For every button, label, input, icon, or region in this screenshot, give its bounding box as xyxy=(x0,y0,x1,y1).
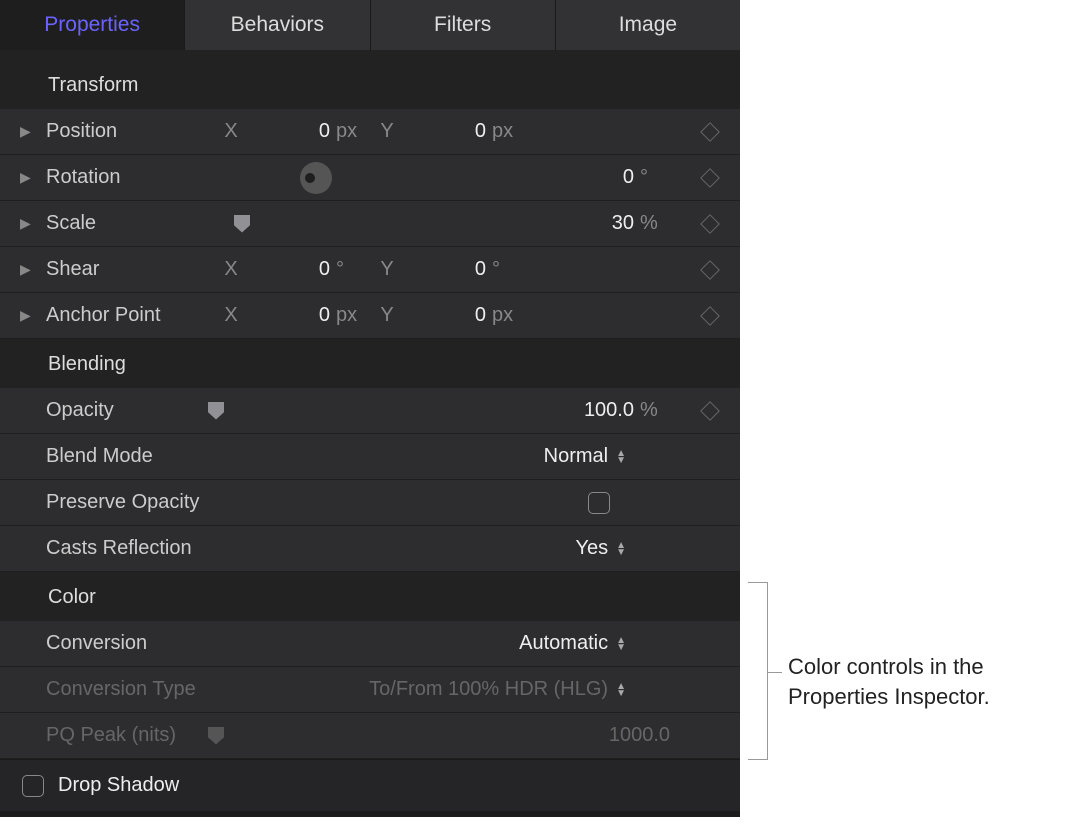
anchor-y-unit: px xyxy=(492,304,528,327)
updown-icon: ▲▼ xyxy=(616,450,626,464)
opacity-unit: % xyxy=(640,399,676,422)
row-casts-reflection: Casts Reflection Yes ▲▼ xyxy=(0,526,740,572)
shear-x-unit: ° xyxy=(336,258,372,281)
tab-behaviors[interactable]: Behaviors xyxy=(185,0,370,50)
blend-mode-label: Blend Mode xyxy=(46,445,216,468)
keyframe-icon[interactable] xyxy=(700,214,720,234)
casts-reflection-value: Yes xyxy=(575,537,608,560)
tab-image[interactable]: Image xyxy=(556,0,740,50)
axis-x-label: X xyxy=(216,304,246,327)
rotation-label: Rotation xyxy=(46,166,216,189)
conversion-label: Conversion xyxy=(46,632,216,655)
keyframe-icon[interactable] xyxy=(700,168,720,188)
properties-inspector: Properties Behaviors Filters Image Trans… xyxy=(0,0,740,817)
blend-mode-popup[interactable]: Normal ▲▼ xyxy=(216,445,680,468)
preserve-opacity-checkbox[interactable] xyxy=(588,492,610,514)
disclosure-icon[interactable]: ▶ xyxy=(20,261,34,278)
tab-properties[interactable]: Properties xyxy=(0,0,185,50)
row-shear: ▶ Shear X 0 ° Y 0 ° xyxy=(0,247,740,293)
tab-filters[interactable]: Filters xyxy=(371,0,556,50)
disclosure-icon[interactable]: ▶ xyxy=(20,123,34,140)
callout-stem-icon xyxy=(768,672,782,673)
axis-x-label: X xyxy=(216,258,246,281)
scale-label: Scale xyxy=(46,212,216,235)
drop-shadow-checkbox[interactable] xyxy=(22,775,44,797)
rotation-dial[interactable] xyxy=(300,162,332,194)
scale-unit: % xyxy=(640,212,676,235)
keyframe-icon[interactable] xyxy=(700,260,720,280)
conversion-value: Automatic xyxy=(519,632,608,655)
updown-icon: ▲▼ xyxy=(616,637,626,651)
pq-peak-value: 1000.0 xyxy=(556,724,676,747)
anchor-y-value[interactable]: 0 xyxy=(402,304,492,327)
row-conversion-type: Conversion Type To/From 100% HDR (HLG) ▲… xyxy=(0,667,740,713)
position-label: Position xyxy=(46,120,216,143)
casts-reflection-popup[interactable]: Yes ▲▼ xyxy=(216,537,680,560)
conversion-type-value: To/From 100% HDR (HLG) xyxy=(369,678,608,701)
row-drop-shadow: Drop Shadow xyxy=(0,759,740,811)
row-opacity: Opacity 100.0 % xyxy=(0,388,740,434)
casts-reflection-label: Casts Reflection xyxy=(46,537,216,560)
blend-mode-value: Normal xyxy=(544,445,608,468)
disclosure-icon[interactable]: ▶ xyxy=(20,215,34,232)
conversion-type-popup: To/From 100% HDR (HLG) ▲▼ xyxy=(216,678,680,701)
disclosure-icon[interactable]: ▶ xyxy=(20,169,34,186)
section-blending-title: Blending xyxy=(0,339,740,388)
conversion-popup[interactable]: Automatic ▲▼ xyxy=(216,632,680,655)
rotation-unit: ° xyxy=(640,166,676,189)
position-x-unit: px xyxy=(336,120,372,143)
shear-y-unit: ° xyxy=(492,258,528,281)
keyframe-icon[interactable] xyxy=(700,122,720,142)
row-position: ▶ Position X 0 px Y 0 px xyxy=(0,109,740,155)
section-color-title: Color xyxy=(0,572,740,621)
anchor-x-unit: px xyxy=(336,304,372,327)
row-scale: ▶ Scale 30 % xyxy=(0,201,740,247)
callout-bracket-icon xyxy=(748,582,768,760)
position-x-value[interactable]: 0 xyxy=(246,120,336,143)
updown-icon: ▲▼ xyxy=(616,542,626,556)
disclosure-icon[interactable]: ▶ xyxy=(20,307,34,324)
row-conversion: Conversion Automatic ▲▼ xyxy=(0,621,740,667)
updown-icon: ▲▼ xyxy=(616,683,626,697)
shear-label: Shear xyxy=(46,258,216,281)
anchor-x-value[interactable]: 0 xyxy=(246,304,336,327)
rotation-value[interactable]: 0 xyxy=(550,166,640,189)
shear-x-value[interactable]: 0 xyxy=(246,258,336,281)
position-y-unit: px xyxy=(492,120,528,143)
row-rotation: ▶ Rotation 0 ° xyxy=(0,155,740,201)
anchor-label: Anchor Point xyxy=(46,304,216,327)
axis-x-label: X xyxy=(216,120,246,143)
pq-peak-label: PQ Peak (nits) xyxy=(46,724,216,747)
row-preserve-opacity: Preserve Opacity xyxy=(0,480,740,526)
preserve-opacity-label: Preserve Opacity xyxy=(46,491,216,514)
position-y-value[interactable]: 0 xyxy=(402,120,492,143)
drop-shadow-label: Drop Shadow xyxy=(58,774,179,797)
row-blend-mode: Blend Mode Normal ▲▼ xyxy=(0,434,740,480)
opacity-label: Opacity xyxy=(46,399,216,422)
keyframe-icon[interactable] xyxy=(700,401,720,421)
row-pq-peak: PQ Peak (nits) 1000.0 xyxy=(0,713,740,759)
axis-y-label: Y xyxy=(372,258,402,281)
callout-text: Color controls in the Properties Inspect… xyxy=(788,652,990,711)
row-anchor: ▶ Anchor Point X 0 px Y 0 px xyxy=(0,293,740,339)
conversion-type-label: Conversion Type xyxy=(46,678,216,701)
keyframe-icon[interactable] xyxy=(700,306,720,326)
scale-value[interactable]: 30 xyxy=(550,212,640,235)
shear-y-value[interactable]: 0 xyxy=(402,258,492,281)
axis-y-label: Y xyxy=(372,120,402,143)
section-transform-title: Transform xyxy=(0,60,740,109)
axis-y-label: Y xyxy=(372,304,402,327)
inspector-tabs: Properties Behaviors Filters Image xyxy=(0,0,740,50)
opacity-value[interactable]: 100.0 xyxy=(550,399,640,422)
